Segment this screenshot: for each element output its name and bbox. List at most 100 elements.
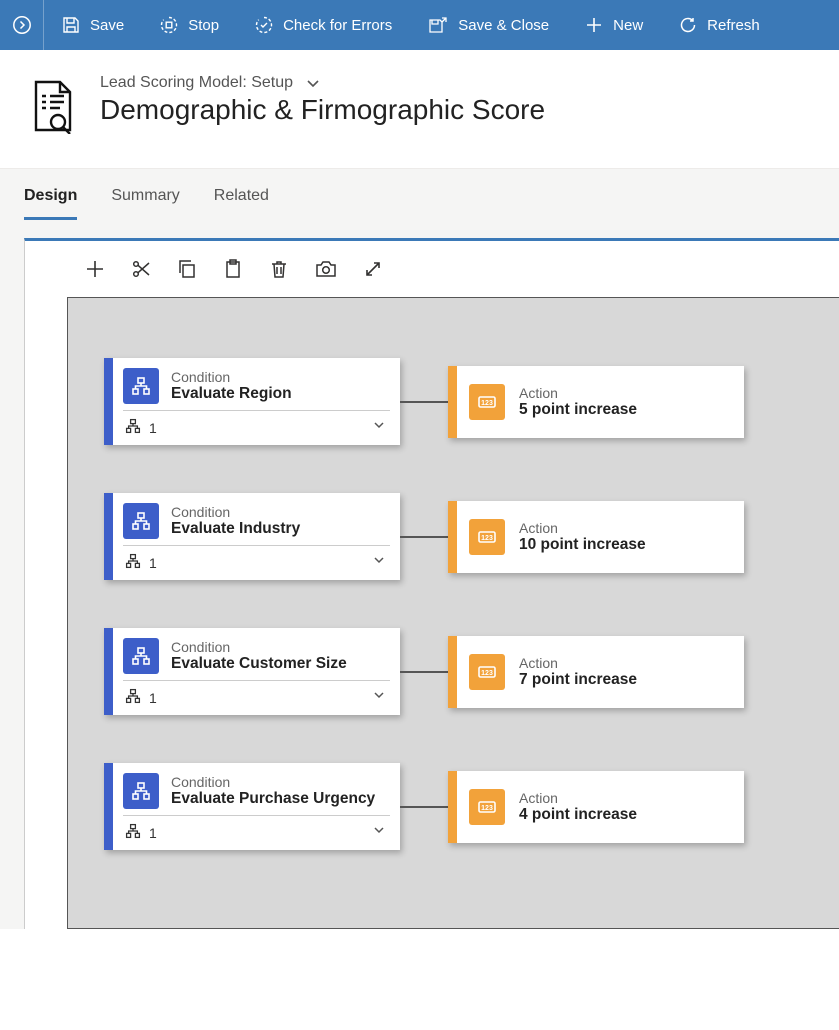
sitemap-icon [123, 503, 159, 539]
action-kind-label: Action [519, 385, 637, 401]
tab-related[interactable]: Related [214, 187, 269, 220]
command-bar: Save Stop Check for Errors Save & Close … [0, 0, 839, 50]
toolbar-snapshot-button[interactable] [315, 259, 337, 279]
expand-condition-button[interactable] [372, 823, 386, 842]
sitemap-icon [123, 773, 159, 809]
new-label: New [613, 17, 643, 34]
sitemap-small-icon [125, 553, 141, 572]
flow-connector [400, 806, 448, 808]
expand-condition-button[interactable] [372, 688, 386, 707]
condition-title-label: Evaluate Purchase Urgency [171, 790, 375, 808]
action-card[interactable]: 123Action5 point increase [448, 366, 744, 438]
check-errors-button[interactable]: Check for Errors [237, 0, 410, 50]
expand-condition-button[interactable] [372, 553, 386, 572]
scissors-icon [131, 259, 151, 279]
breadcrumb-label: Lead Scoring Model: Setup [100, 74, 293, 92]
flow-row: ConditionEvaluate Customer Size1123Actio… [104, 628, 839, 715]
toolbar-expand-button[interactable] [363, 259, 383, 279]
toolbar-copy-button[interactable] [177, 259, 197, 279]
condition-card[interactable]: ConditionEvaluate Industry 1 [104, 493, 400, 580]
save-label: Save [90, 17, 124, 34]
page-title: Demographic & Firmographic Score [100, 94, 545, 126]
action-kind-label: Action [519, 790, 637, 806]
condition-count-value: 1 [149, 825, 157, 841]
toolbar-add-button[interactable] [85, 259, 105, 279]
svg-text:123: 123 [481, 805, 493, 812]
condition-title-label: Evaluate Region [171, 385, 292, 403]
action-title-label: 10 point increase [519, 536, 646, 554]
copy-icon [177, 259, 197, 279]
chevron-down-icon [305, 75, 321, 91]
action-title-label: 7 point increase [519, 671, 637, 689]
stop-icon [160, 16, 178, 34]
refresh-icon [679, 16, 697, 34]
action-card[interactable]: 123Action10 point increase [448, 501, 744, 573]
condition-title-label: Evaluate Customer Size [171, 655, 347, 673]
action-title-label: 5 point increase [519, 401, 637, 419]
sitemap-small-icon [125, 823, 141, 842]
designer-canvas[interactable]: ConditionEvaluate Region1123Action5 poin… [67, 297, 839, 929]
designer-area: ConditionEvaluate Region1123Action5 poin… [0, 220, 839, 929]
flow-row: ConditionEvaluate Region 1 123Action5 poin… [104, 358, 839, 445]
condition-accent [104, 493, 113, 580]
condition-title-label: Evaluate Industry [171, 520, 300, 538]
action-card[interactable]: 123Action7 point increase [448, 636, 744, 708]
check-icon [255, 16, 273, 34]
save-icon [62, 16, 80, 34]
plus-icon [585, 16, 603, 34]
condition-card[interactable]: ConditionEvaluate Customer Size1 [104, 628, 400, 715]
sitemap-small-icon [125, 418, 141, 437]
toolbar-cut-button[interactable] [131, 259, 151, 279]
save-close-button[interactable]: Save & Close [410, 0, 567, 50]
flow-connector [400, 401, 448, 403]
condition-count-value: 1 [149, 420, 157, 436]
toolbar-delete-button[interactable] [269, 259, 289, 279]
chevron-right-circle-icon [12, 15, 32, 35]
condition-accent [104, 628, 113, 715]
action-kind-label: Action [519, 655, 637, 671]
action-card[interactable]: 123 Action4 point increase [448, 771, 744, 843]
record-header: Lead Scoring Model: Setup Demographic & … [0, 50, 839, 168]
action-accent [448, 771, 457, 843]
flow-row: ConditionEvaluate Purchase Urgency 1 123 Ac… [104, 763, 839, 850]
refresh-button[interactable]: Refresh [661, 0, 778, 50]
condition-child-count: 1 [125, 688, 157, 707]
condition-count-value: 1 [149, 555, 157, 571]
new-button[interactable]: New [567, 0, 661, 50]
condition-card[interactable]: ConditionEvaluate Purchase Urgency 1 [104, 763, 400, 850]
trash-icon [269, 259, 289, 279]
condition-kind-label: Condition [171, 504, 300, 520]
stop-label: Stop [188, 17, 219, 34]
save-button[interactable]: Save [44, 0, 142, 50]
condition-accent [104, 358, 113, 445]
action-title-label: 4 point increase [519, 806, 637, 824]
action-accent [448, 636, 457, 708]
tab-design[interactable]: Design [24, 187, 77, 220]
toolbar-paste-button[interactable] [223, 259, 243, 279]
expand-condition-button[interactable] [372, 418, 386, 437]
number-icon: 123 [469, 519, 505, 555]
flow-connector [400, 536, 448, 538]
condition-child-count: 1 [125, 823, 157, 842]
tab-bar: Design Summary Related [0, 168, 839, 220]
condition-kind-label: Condition [171, 369, 292, 385]
designer-toolbar [25, 241, 839, 297]
entity-icon [28, 78, 76, 134]
save-close-icon [428, 16, 448, 34]
paste-icon [223, 259, 243, 279]
sitemap-small-icon [125, 688, 141, 707]
action-accent [448, 366, 457, 438]
condition-count-value: 1 [149, 690, 157, 706]
action-accent [448, 501, 457, 573]
breadcrumb[interactable]: Lead Scoring Model: Setup [100, 74, 545, 92]
flow-row: ConditionEvaluate Industry 1 123Action10 p… [104, 493, 839, 580]
check-errors-label: Check for Errors [283, 17, 392, 34]
save-close-label: Save & Close [458, 17, 549, 34]
condition-card[interactable]: ConditionEvaluate Region 1 [104, 358, 400, 445]
svg-text:123: 123 [481, 535, 493, 542]
command-bar-chevron[interactable] [0, 0, 44, 50]
refresh-label: Refresh [707, 17, 760, 34]
condition-kind-label: Condition [171, 774, 375, 790]
stop-button[interactable]: Stop [142, 0, 237, 50]
tab-summary[interactable]: Summary [111, 187, 179, 220]
